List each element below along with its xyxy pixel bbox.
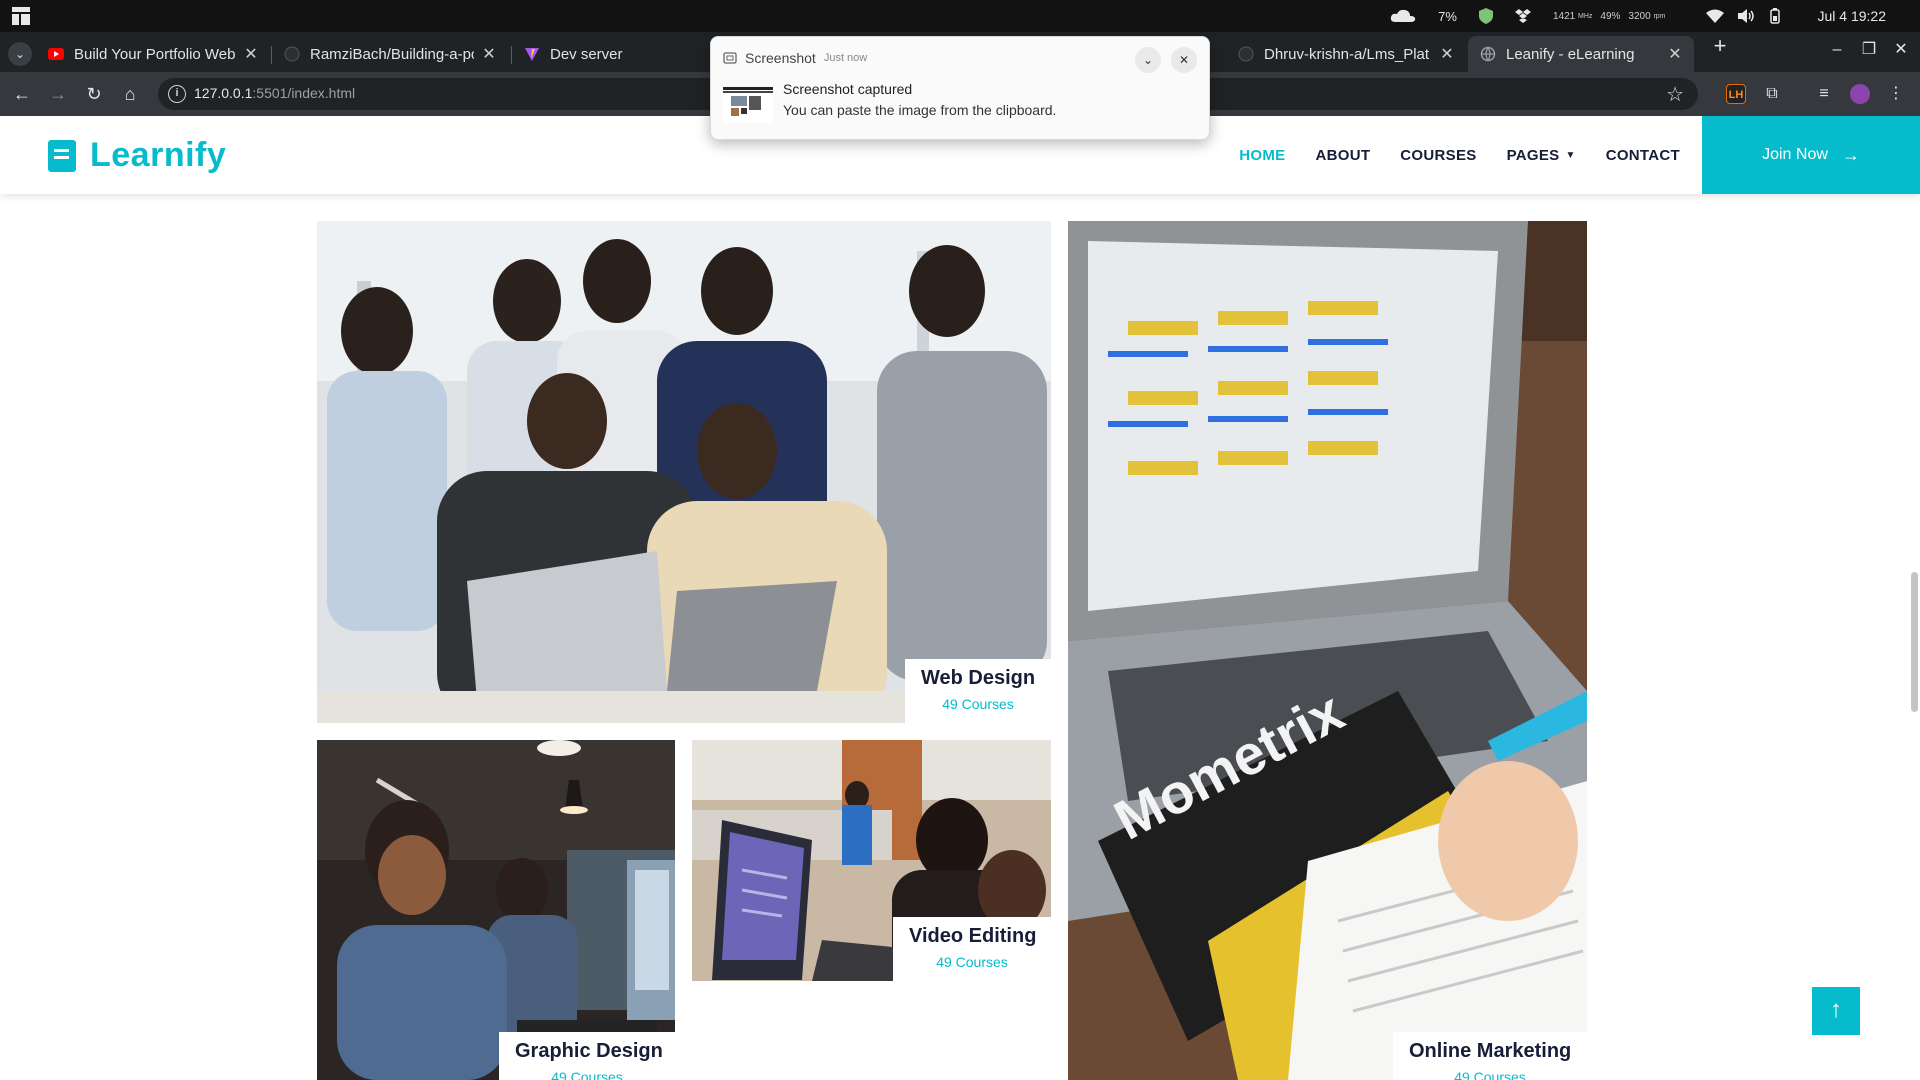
back-arrow-icon[interactable]: ←	[10, 82, 34, 106]
reload-icon[interactable]: ↻	[82, 82, 106, 106]
category-card-online-marketing[interactable]: Mometrix Online Marketing 49 Courses	[1068, 221, 1587, 1080]
category-count: 49 Courses	[551, 1069, 623, 1080]
category-title: Online Marketing	[1409, 1040, 1572, 1062]
close-icon[interactable]: ✕	[1171, 47, 1197, 73]
clock[interactable]: Jul 4 19:22	[1818, 8, 1887, 24]
restore-icon[interactable]: ❐	[1854, 38, 1884, 62]
category-count: 49 Courses	[1454, 1069, 1526, 1080]
tab-label: Build Your Portfolio Web	[74, 45, 236, 63]
bookmark-star-icon[interactable]: ☆	[1666, 82, 1684, 107]
brand-name: Learnify	[90, 136, 227, 174]
youtube-icon	[48, 48, 64, 60]
category-label: Video Editing 49 Courses	[893, 917, 1051, 981]
category-card-web-design[interactable]: Web Design 49 Courses	[317, 221, 1051, 723]
system-tray: 7% 1421 MHz 49% 3200 rpm Jul 4 19:22	[1368, 0, 1920, 32]
web-design-image	[317, 221, 1051, 723]
fan-speed: 3200 rpm	[1628, 10, 1666, 22]
category-title: Video Editing	[909, 925, 1037, 947]
wifi-icon[interactable]	[1705, 9, 1724, 23]
main-menu: HOME ABOUT COURSES PAGES ▼ CONTACT	[1209, 116, 1680, 194]
browser-menu-icon[interactable]: ⋮	[1886, 84, 1906, 104]
github-icon	[284, 46, 300, 62]
category-count: 49 Courses	[942, 696, 1014, 712]
category-label: Web Design 49 Courses	[905, 659, 1051, 723]
category-title: Graphic Design	[515, 1040, 663, 1062]
chevron-down-icon: ▼	[1565, 149, 1576, 161]
scrollbar-thumb[interactable]	[1911, 572, 1918, 712]
tab-label: RamziBach/Building-a-po	[310, 45, 474, 63]
arrow-up-icon: ↑	[1830, 996, 1842, 1023]
tab-search-chevron-icon[interactable]: ⌄	[8, 42, 32, 66]
category-title: Web Design	[921, 667, 1036, 689]
tab-learnify[interactable]: Leanify - eLearning ✕	[1468, 36, 1694, 72]
tab-portfolio[interactable]: Build Your Portfolio Web ✕	[36, 36, 270, 72]
nav-contact[interactable]: CONTACT	[1606, 147, 1680, 164]
back-to-top-button[interactable]: ↑	[1812, 987, 1860, 1035]
category-count: 49 Courses	[936, 954, 1008, 970]
home-icon[interactable]: ⌂	[118, 82, 142, 106]
new-tab-plus-icon[interactable]: +	[1708, 34, 1732, 58]
apps-grid-icon[interactable]	[12, 7, 30, 25]
category-label: Graphic Design 49 Courses	[499, 1032, 675, 1080]
close-icon[interactable]: ✕	[480, 44, 498, 64]
arrow-right-icon: →	[1841, 144, 1860, 165]
window-close-icon[interactable]: ✕	[1886, 38, 1916, 62]
tab-github-building[interactable]: RamziBach/Building-a-po ✕	[272, 36, 508, 72]
extensions-puzzle-icon[interactable]: ⧉	[1762, 84, 1782, 104]
join-now-label: Join Now	[1762, 146, 1828, 163]
cloud-icon[interactable]	[1390, 8, 1416, 24]
site-info-icon[interactable]: i	[168, 85, 186, 103]
cpu-usage: 7%	[1438, 8, 1457, 24]
lighthouse-extension-icon[interactable]: LH	[1726, 84, 1746, 104]
notification-body: You can paste the image from the clipboa…	[783, 102, 1057, 118]
cpu-frequency: 1421 MHz	[1552, 10, 1593, 22]
join-now-button[interactable]: Join Now →	[1702, 116, 1920, 194]
screenshot-app-icon	[723, 52, 737, 64]
tab-label: Leanify - eLearning	[1506, 45, 1635, 63]
notification-time: Just now	[823, 52, 868, 64]
tab-github-lms[interactable]: Dhruv-krishn-a/Lms_Plat ✕	[1226, 36, 1466, 72]
tab-dev-server[interactable]: Dev server	[512, 36, 710, 72]
profile-avatar[interactable]	[1850, 84, 1870, 104]
screenshot-notification[interactable]: Screenshot Just now ⌄ ✕ Screenshot captu…	[710, 36, 1210, 140]
url-text[interactable]: 127.0.0.1:5501/index.html	[194, 85, 355, 101]
close-icon[interactable]: ✕	[1666, 44, 1684, 64]
nav-courses[interactable]: COURSES	[1400, 147, 1476, 164]
online-marketing-image: Mometrix	[1068, 221, 1587, 1080]
book-icon	[48, 139, 76, 172]
tab-label: Dev server	[550, 45, 623, 63]
close-icon[interactable]: ✕	[1438, 44, 1456, 64]
shield-icon[interactable]	[1478, 8, 1493, 24]
minimize-icon[interactable]: –	[1822, 38, 1852, 62]
graphic-design-image	[317, 740, 675, 1080]
memory-usage: 49%	[1600, 10, 1621, 22]
screenshot-thumbnail	[723, 87, 773, 123]
nav-pages[interactable]: PAGES ▼	[1507, 147, 1576, 164]
notification-app-name: Screenshot	[745, 50, 816, 66]
web-page: Learnify HOME ABOUT COURSES PAGES ▼ CONTA…	[0, 116, 1920, 1080]
forward-arrow-icon[interactable]: →	[46, 82, 70, 106]
expand-chevron-icon[interactable]: ⌄	[1135, 47, 1161, 73]
volume-icon[interactable]	[1737, 9, 1756, 23]
category-card-video-editing[interactable]: Video Editing 49 Courses	[692, 740, 1051, 981]
github-icon	[1238, 46, 1254, 62]
nav-about[interactable]: ABOUT	[1315, 147, 1370, 164]
os-top-bar: 7% 1421 MHz 49% 3200 rpm Jul 4 19:22	[0, 0, 1920, 32]
category-label: Online Marketing 49 Courses	[1393, 1032, 1587, 1080]
nav-pages-label: PAGES	[1506, 146, 1560, 164]
category-card-graphic-design[interactable]: Graphic Design 49 Courses	[317, 740, 675, 1080]
notification-header: Screenshot Just now	[723, 50, 867, 66]
site-logo[interactable]: Learnify	[48, 136, 226, 175]
nav-home[interactable]: HOME	[1239, 147, 1285, 164]
close-icon[interactable]: ✕	[242, 44, 260, 64]
media-queue-icon[interactable]: ≡	[1814, 84, 1834, 104]
globe-icon	[1480, 46, 1496, 62]
tab-label: Dhruv-krishn-a/Lms_Plat	[1264, 45, 1430, 63]
notification-title: Screenshot captured	[783, 81, 913, 97]
vite-icon	[525, 48, 539, 61]
dropbox-icon[interactable]	[1514, 9, 1531, 23]
page-scrollbar[interactable]	[1908, 116, 1920, 1080]
battery-icon[interactable]	[1769, 8, 1780, 24]
